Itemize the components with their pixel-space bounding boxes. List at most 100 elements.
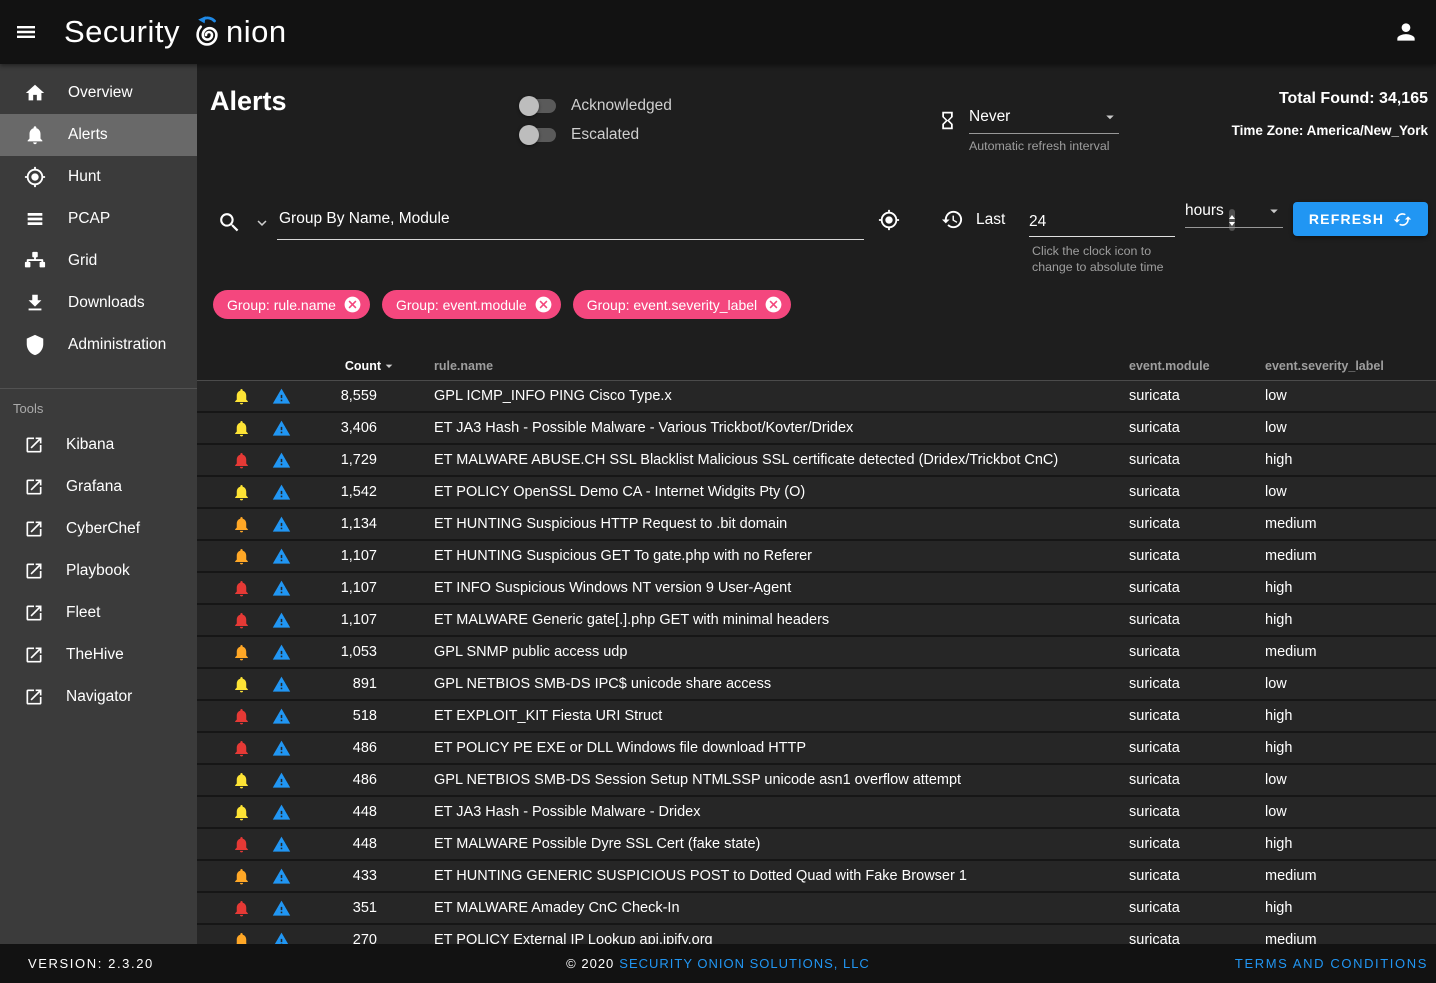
- alert-rule-name: GPL ICMP_INFO PING Cisco Type.x: [434, 388, 1129, 404]
- sidebar-item-hunt[interactable]: Hunt: [0, 156, 197, 198]
- table-row[interactable]: 518 ET EXPLOIT_KIT Fiesta URI Struct sur…: [197, 701, 1436, 733]
- severity-bell-icon[interactable]: [232, 451, 251, 470]
- user-menu-button[interactable]: [1384, 10, 1428, 54]
- column-header-event-module[interactable]: event.module: [1129, 359, 1265, 373]
- time-unit-select[interactable]: hours: [1185, 202, 1283, 228]
- terms-link[interactable]: TERMS AND CONDITIONS: [1235, 956, 1428, 971]
- table-row[interactable]: 1,542 ET POLICY OpenSSL Demo CA - Intern…: [197, 477, 1436, 509]
- severity-bell-icon[interactable]: [232, 611, 251, 630]
- sidebar-tool-playbook[interactable]: Playbook: [0, 550, 197, 592]
- severity-bell-icon[interactable]: [232, 899, 251, 918]
- history-clock-icon[interactable]: [941, 208, 964, 231]
- sidebar-item-overview[interactable]: Overview: [0, 72, 197, 114]
- table-row[interactable]: 1,107 ET MALWARE Generic gate[.].php GET…: [197, 605, 1436, 637]
- alert-count: 486: [301, 740, 377, 756]
- severity-bell-icon[interactable]: [232, 707, 251, 726]
- severity-bell-icon[interactable]: [232, 579, 251, 598]
- severity-bell-icon[interactable]: [232, 835, 251, 854]
- company-link[interactable]: SECURITY ONION SOLUTIONS, LLC: [619, 956, 870, 971]
- sidebar-item-administration[interactable]: Administration: [0, 324, 197, 366]
- severity-bell-icon[interactable]: [232, 547, 251, 566]
- table-row[interactable]: 448 ET JA3 Hash - Possible Malware - Dri…: [197, 797, 1436, 829]
- table-row[interactable]: 270 ET POLICY External IP Lookup api.ipi…: [197, 925, 1436, 944]
- alert-info-triangle-icon[interactable]: [272, 419, 291, 438]
- alert-event-module: suricata: [1129, 484, 1265, 500]
- table-row[interactable]: 486 GPL NETBIOS SMB-DS Session Setup NTM…: [197, 765, 1436, 797]
- escalated-switch[interactable]: [522, 128, 556, 142]
- table-row[interactable]: 1,134 ET HUNTING Suspicious HTTP Request…: [197, 509, 1436, 541]
- sidebar-item-pcap[interactable]: PCAP: [0, 198, 197, 240]
- alert-info-triangle-icon[interactable]: [272, 803, 291, 822]
- table-row[interactable]: 1,053 GPL SNMP public access udp suricat…: [197, 637, 1436, 669]
- close-circle-icon[interactable]: [343, 295, 362, 314]
- sidebar-tool-fleet[interactable]: Fleet: [0, 592, 197, 634]
- severity-bell-icon[interactable]: [232, 675, 251, 694]
- table-row[interactable]: 3,406 ET JA3 Hash - Possible Malware - V…: [197, 413, 1436, 445]
- table-row[interactable]: 351 ET MALWARE Amadey CnC Check-In suric…: [197, 893, 1436, 925]
- severity-bell-icon[interactable]: [232, 803, 251, 822]
- table-row[interactable]: 1,729 ET MALWARE ABUSE.CH SSL Blacklist …: [197, 445, 1436, 477]
- refresh-button[interactable]: REFRESH: [1293, 202, 1428, 236]
- hamburger-menu-button[interactable]: [2, 8, 50, 56]
- table-row[interactable]: 1,107 ET INFO Suspicious Windows NT vers…: [197, 573, 1436, 605]
- alert-info-triangle-icon[interactable]: [272, 483, 291, 502]
- table-row[interactable]: 448 ET MALWARE Possible Dyre SSL Cert (f…: [197, 829, 1436, 861]
- severity-bell-icon[interactable]: [232, 867, 251, 886]
- group-filter-chip[interactable]: Group: rule.name: [213, 290, 370, 319]
- sidebar-item-downloads[interactable]: Downloads: [0, 282, 197, 324]
- alert-info-triangle-icon[interactable]: [272, 707, 291, 726]
- crosshairs-target-icon[interactable]: [878, 209, 900, 231]
- severity-bell-icon[interactable]: [232, 483, 251, 502]
- severity-bell-icon[interactable]: [232, 515, 251, 534]
- sidebar-tool-grafana[interactable]: Grafana: [0, 466, 197, 508]
- refresh-interval-select[interactable]: Never: [969, 108, 1119, 134]
- chevron-down-icon[interactable]: [253, 214, 271, 232]
- table-row[interactable]: 433 ET HUNTING GENERIC SUSPICIOUS POST t…: [197, 861, 1436, 893]
- escalated-toggle[interactable]: Escalated: [522, 120, 672, 149]
- alert-info-triangle-icon[interactable]: [272, 387, 291, 406]
- close-circle-icon[interactable]: [764, 295, 783, 314]
- alert-info-triangle-icon[interactable]: [272, 835, 291, 854]
- group-filter-chip[interactable]: Group: event.module: [382, 290, 561, 319]
- alert-info-triangle-icon[interactable]: [272, 899, 291, 918]
- group-filter-chip[interactable]: Group: event.severity_label: [573, 290, 791, 319]
- column-header-severity-label[interactable]: event.severity_label: [1265, 359, 1436, 373]
- table-row[interactable]: 8,559 GPL ICMP_INFO PING Cisco Type.x su…: [197, 381, 1436, 413]
- app-logo: Security nion: [64, 12, 287, 52]
- severity-bell-icon[interactable]: [232, 931, 251, 945]
- alert-info-triangle-icon[interactable]: [272, 515, 291, 534]
- sidebar-tool-cyberchef[interactable]: CyberChef: [0, 508, 197, 550]
- acknowledged-toggle[interactable]: Acknowledged: [522, 91, 672, 120]
- table-row[interactable]: 1,107 ET HUNTING Suspicious GET To gate.…: [197, 541, 1436, 573]
- alert-info-triangle-icon[interactable]: [272, 675, 291, 694]
- alert-info-triangle-icon[interactable]: [272, 451, 291, 470]
- sidebar-tool-navigator[interactable]: Navigator: [0, 676, 197, 718]
- table-row[interactable]: 891 GPL NETBIOS SMB-DS IPC$ unicode shar…: [197, 669, 1436, 701]
- alert-info-triangle-icon[interactable]: [272, 579, 291, 598]
- alert-info-triangle-icon[interactable]: [272, 547, 291, 566]
- alert-info-triangle-icon[interactable]: [272, 867, 291, 886]
- sidebar-tool-thehive[interactable]: TheHive: [0, 634, 197, 676]
- search-input[interactable]: [277, 202, 864, 240]
- alert-info-triangle-icon[interactable]: [272, 611, 291, 630]
- sidebar-item-alerts[interactable]: Alerts: [0, 114, 197, 156]
- severity-bell-icon[interactable]: [232, 643, 251, 662]
- severity-bell-icon[interactable]: [232, 387, 251, 406]
- alert-info-triangle-icon[interactable]: [272, 739, 291, 758]
- sort-desc-icon[interactable]: [381, 358, 397, 374]
- severity-bell-icon[interactable]: [232, 739, 251, 758]
- close-circle-icon[interactable]: [534, 295, 553, 314]
- sidebar-item-grid[interactable]: Grid: [0, 240, 197, 282]
- sidebar-tool-kibana[interactable]: Kibana: [0, 424, 197, 466]
- alert-info-triangle-icon[interactable]: [272, 931, 291, 945]
- column-header-count[interactable]: Count: [301, 358, 377, 374]
- column-header-rule-name[interactable]: rule.name: [434, 359, 1129, 373]
- search-icon[interactable]: [217, 210, 242, 235]
- auto-refresh-interval: Never Automatic refresh interval: [937, 108, 1119, 155]
- acknowledged-switch[interactable]: [522, 99, 556, 113]
- severity-bell-icon[interactable]: [232, 771, 251, 790]
- alert-info-triangle-icon[interactable]: [272, 643, 291, 662]
- severity-bell-icon[interactable]: [232, 419, 251, 438]
- table-row[interactable]: 486 ET POLICY PE EXE or DLL Windows file…: [197, 733, 1436, 765]
- alert-info-triangle-icon[interactable]: [272, 771, 291, 790]
